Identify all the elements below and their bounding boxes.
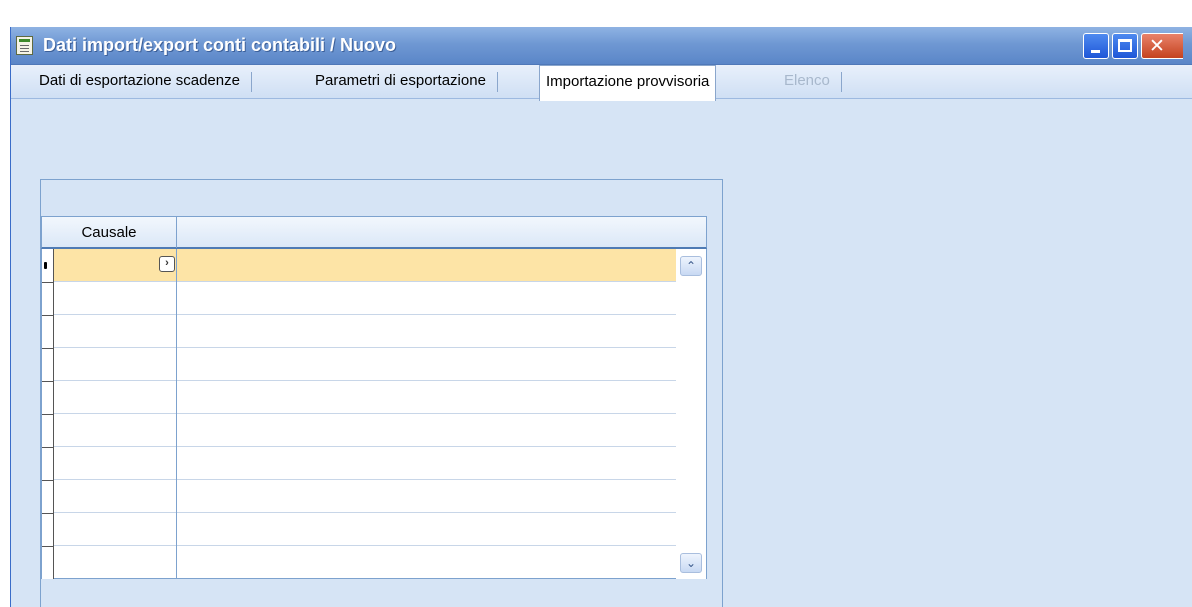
row-marker [42, 513, 54, 514]
tab-dati-esportazione-scadenze[interactable]: Dati di esportazione scadenze [33, 65, 252, 99]
row-marker [42, 447, 54, 448]
causale-zoom-button[interactable]: › [159, 256, 175, 272]
form-document-icon [16, 36, 33, 55]
title-bar[interactable]: Dati import/export conti contabili / Nuo… [11, 27, 1192, 65]
tab-label: Importazione provvisoria [546, 73, 710, 90]
grid-row[interactable] [54, 546, 676, 579]
minimize-icon [1091, 50, 1100, 53]
column-header-value[interactable] [178, 217, 706, 248]
maximize-button[interactable] [1112, 33, 1138, 59]
causale-cell[interactable] [54, 249, 176, 281]
tab-importazione-provvisoria[interactable]: Importazione provvisoria [539, 65, 717, 101]
grid-header: Causale [41, 216, 707, 249]
grid-row[interactable] [54, 513, 676, 546]
window-title: Dati import/export conti contabili / Nuo… [43, 35, 397, 55]
minimize-button[interactable] [1083, 33, 1109, 59]
tab-parametri-esportazione[interactable]: Parametri di esportazione [309, 65, 498, 99]
tab-label: Parametri di esportazione [315, 72, 486, 89]
row-marker [42, 414, 54, 415]
grid-row[interactable] [54, 315, 676, 348]
close-icon: ✕ [1149, 35, 1165, 57]
vertical-scrollbar[interactable]: ⌃ ⌄ [676, 249, 706, 579]
chevron-down-icon: ⌄ [685, 556, 697, 570]
grid-row[interactable] [54, 480, 676, 513]
column-divider [176, 249, 177, 579]
maximize-icon [1118, 39, 1132, 52]
chevron-up-icon: ⌃ [685, 259, 697, 273]
row-marker [42, 315, 54, 316]
row-marker [42, 348, 54, 349]
close-button[interactable]: ✕ [1141, 33, 1183, 59]
grid-row[interactable] [54, 348, 676, 381]
tab-elenco: Elenco [778, 65, 842, 99]
row-indicator-column[interactable] [42, 249, 54, 579]
grid-row[interactable] [54, 447, 676, 480]
value-cell[interactable] [177, 249, 676, 281]
tab-label: Elenco [784, 72, 830, 89]
row-marker [42, 480, 54, 481]
app-window: Dati import/export conti contabili / Nuo… [10, 27, 1192, 607]
grid-body: › ⌃ ⌄ [41, 249, 707, 579]
grid-row[interactable] [54, 414, 676, 447]
row-marker [42, 282, 54, 283]
scroll-down-button[interactable]: ⌄ [680, 553, 702, 573]
causale-grid-panel: Causale › ⌃ ⌄ [40, 179, 723, 607]
current-row-indicator-icon [44, 262, 47, 269]
row-marker [42, 546, 54, 547]
row-marker [42, 381, 54, 382]
column-header-causale[interactable]: Causale [42, 217, 177, 248]
grid-row[interactable]: › [54, 249, 676, 282]
grid-row[interactable] [54, 282, 676, 315]
tab-bar: Dati di esportazione scadenze Parametri … [11, 65, 1192, 101]
grid-row[interactable] [54, 381, 676, 414]
scroll-up-button[interactable]: ⌃ [680, 256, 702, 276]
tab-label: Dati di esportazione scadenze [39, 72, 240, 89]
